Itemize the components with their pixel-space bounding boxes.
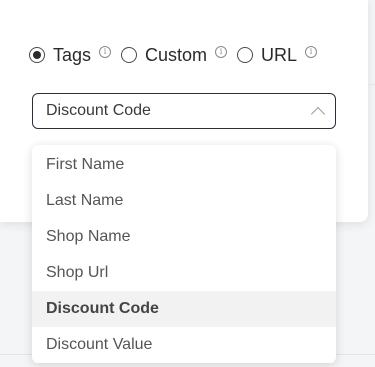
- info-icon[interactable]: i: [99, 46, 112, 58]
- radio-label-url: URL: [261, 44, 298, 65]
- radio-option-url[interactable]: URL: [237, 45, 297, 66]
- source-type-radio-group: Tags i Custom i URL i: [29, 44, 327, 66]
- menu-item-shop-url[interactable]: Shop Url: [32, 255, 336, 291]
- select-value: Discount Code: [46, 102, 151, 119]
- tag-dropdown-menu: First Name Last Name Shop Name Shop Url …: [32, 145, 336, 363]
- radio-option-custom[interactable]: Custom: [121, 45, 207, 66]
- menu-item-last-name[interactable]: Last Name: [32, 183, 336, 219]
- radio-button-tags[interactable]: [29, 47, 45, 63]
- menu-item-discount-code[interactable]: Discount Code: [32, 291, 336, 327]
- tag-select[interactable]: Discount Code: [32, 93, 336, 129]
- info-icon[interactable]: i: [305, 46, 318, 58]
- menu-item-first-name[interactable]: First Name: [32, 147, 336, 183]
- page: Tags i Custom i URL i Discount Code Firs…: [0, 0, 375, 367]
- radio-label-custom: Custom: [145, 44, 208, 65]
- radio-button-url[interactable]: [237, 47, 254, 63]
- divider: [368, 84, 375, 85]
- radio-button-custom[interactable]: [121, 47, 138, 63]
- menu-item-shop-name[interactable]: Shop Name: [32, 219, 336, 255]
- menu-item-discount-value[interactable]: Discount Value: [32, 327, 336, 363]
- info-icon[interactable]: i: [215, 46, 228, 58]
- chevron-up-icon: [310, 106, 326, 122]
- radio-label-tags: Tags: [53, 44, 92, 65]
- radio-option-tags[interactable]: Tags: [29, 45, 91, 66]
